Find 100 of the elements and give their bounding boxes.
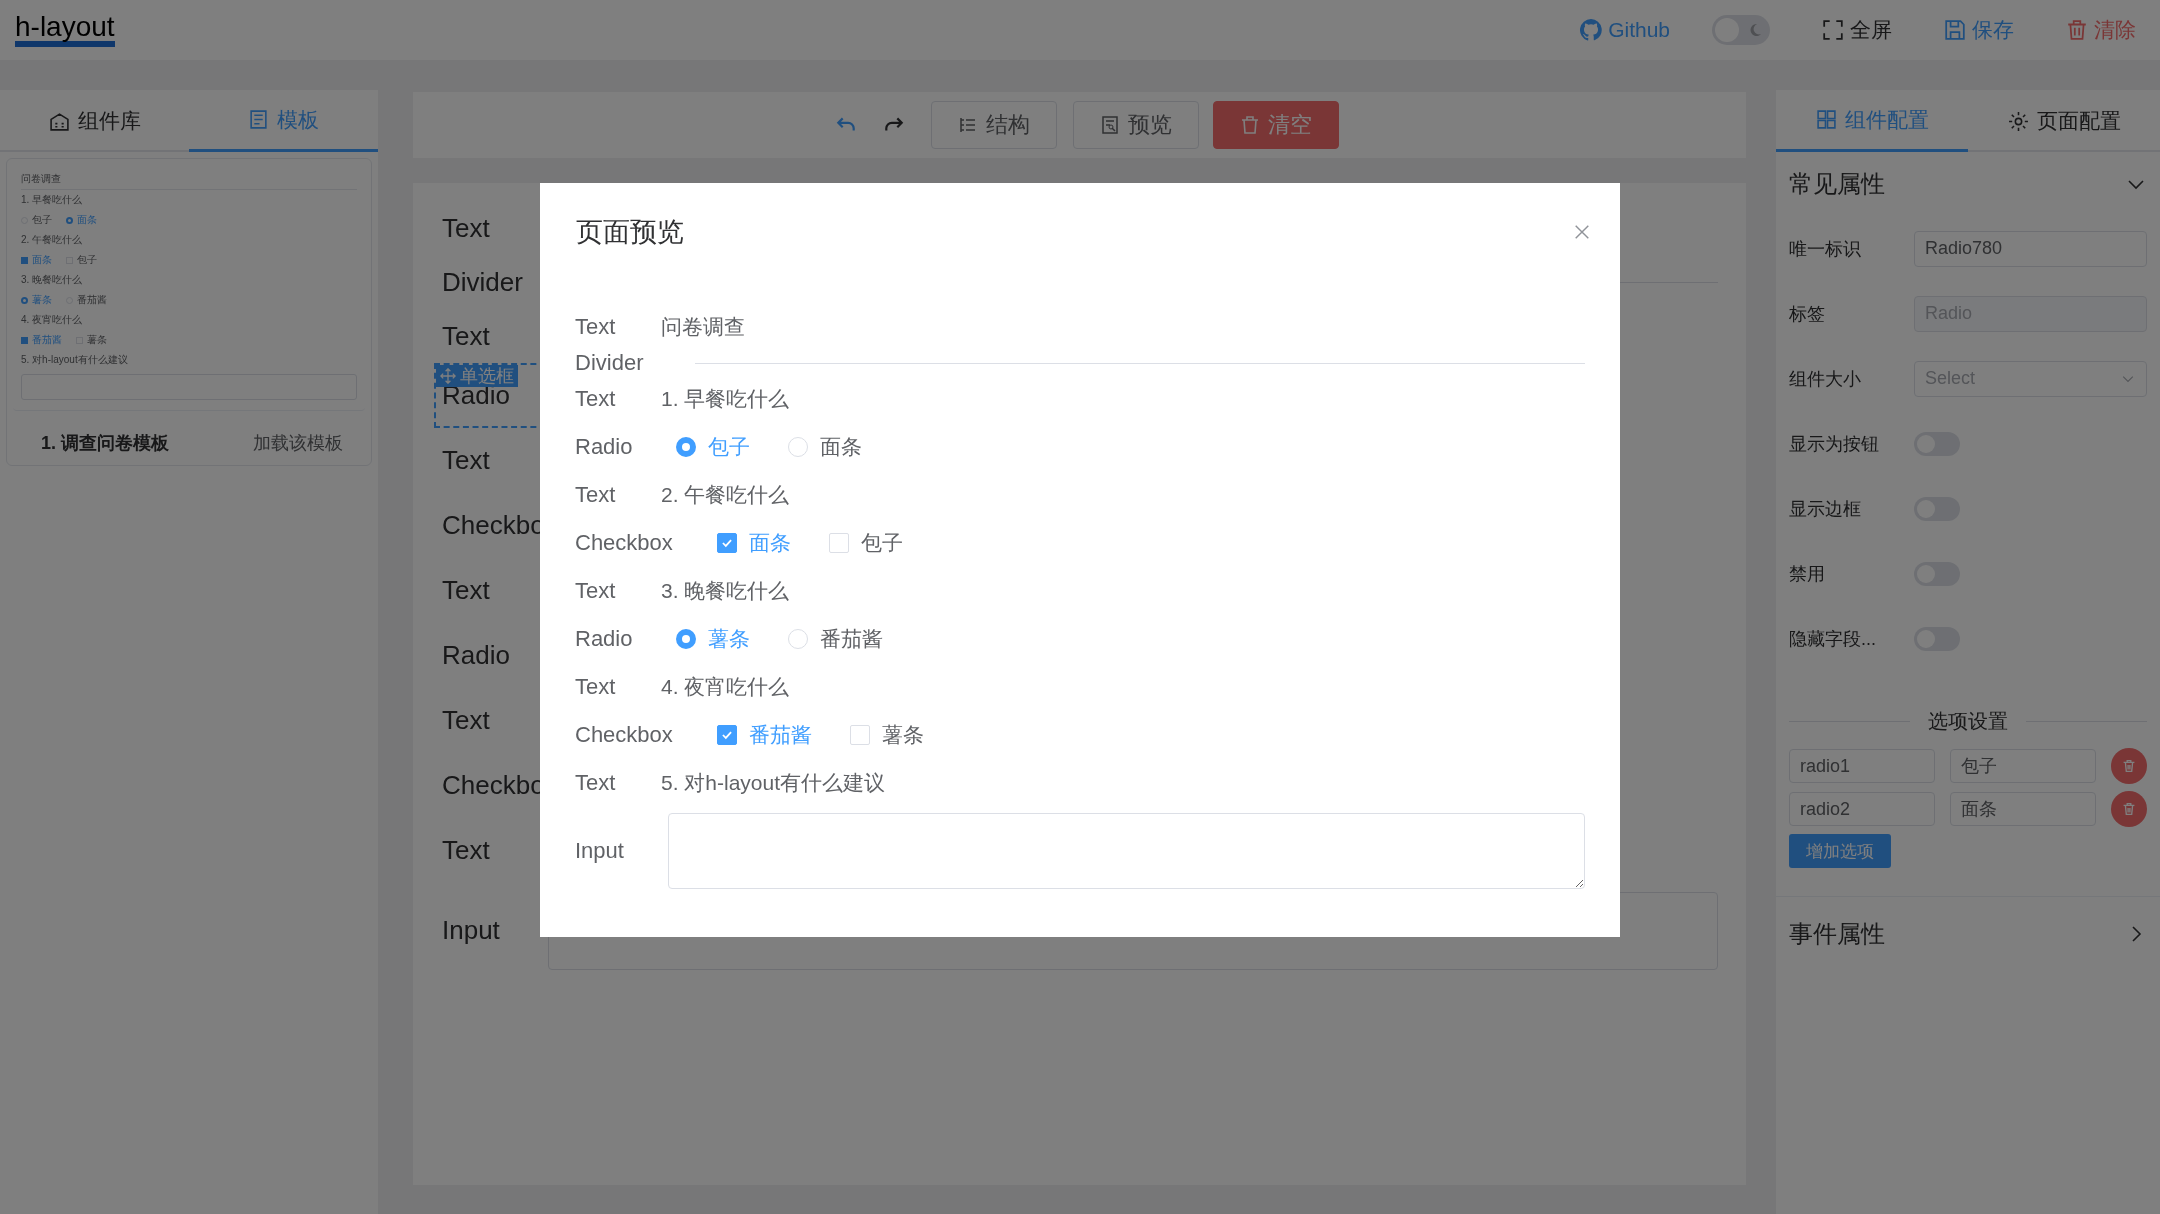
form-label: Checkbox bbox=[575, 722, 673, 748]
option-value-field[interactable]: radio1 bbox=[1789, 749, 1935, 783]
github-icon bbox=[1580, 19, 1603, 41]
preview-option: 薯条 bbox=[21, 293, 52, 307]
grid-icon bbox=[1815, 109, 1837, 130]
form-label: Text bbox=[575, 482, 617, 508]
field-label: 禁用 bbox=[1789, 562, 1826, 586]
settings-icon bbox=[2007, 110, 2029, 132]
dialog-title: 页面预览 bbox=[576, 216, 684, 249]
panel-tab[interactable]: 页面配置 bbox=[1968, 90, 2160, 152]
app-logo: h-layout bbox=[15, 13, 115, 47]
option-label: 番茄酱 bbox=[748, 722, 812, 748]
option-label: 面条 bbox=[820, 434, 863, 460]
panel-tab[interactable]: 组件库 bbox=[0, 90, 189, 152]
clear-button[interactable]: 清空 bbox=[1212, 101, 1339, 149]
form-label: Radio bbox=[575, 626, 633, 652]
form-label: Checkbox bbox=[575, 530, 673, 556]
option-label: 薯条 bbox=[881, 722, 924, 748]
option-label: 番茄酱 bbox=[820, 626, 884, 652]
panel-tab[interactable]: 模板 bbox=[189, 90, 378, 152]
option-label: 包子 bbox=[860, 530, 903, 556]
preview-text: 3. 晚餐吃什么 bbox=[21, 273, 84, 287]
text-field[interactable]: Radio780 bbox=[1914, 230, 2147, 267]
option-label: 面条 bbox=[748, 530, 791, 556]
option-label-field[interactable]: 包子 bbox=[1950, 749, 2096, 783]
radio-button[interactable] bbox=[676, 629, 697, 649]
theme-switch[interactable] bbox=[1712, 15, 1770, 45]
component-label: Text bbox=[442, 212, 491, 244]
close-icon[interactable] bbox=[1573, 223, 1591, 241]
component-label: Text bbox=[442, 705, 491, 736]
save-link[interactable]: 保存 bbox=[1944, 16, 2014, 44]
document-search-icon bbox=[1099, 115, 1120, 135]
section-title: 选项设置 bbox=[1928, 708, 2008, 734]
load-template-link[interactable]: 加载该模板 bbox=[253, 431, 343, 455]
field-label: 组件大小 bbox=[1789, 367, 1862, 391]
component-label: Radio bbox=[442, 640, 511, 671]
building-icon bbox=[48, 110, 70, 132]
panel-tab[interactable]: 组件配置 bbox=[1776, 90, 1968, 152]
fullscreen-link[interactable]: 全屏 bbox=[1822, 16, 1892, 44]
component-label: Checkbo bbox=[442, 510, 546, 541]
section-title: 常见属性 bbox=[1789, 169, 1885, 199]
form-text: 3. 晚餐吃什么 bbox=[661, 578, 790, 604]
preview-option: 面条 bbox=[66, 213, 97, 227]
field-label: 显示边框 bbox=[1789, 497, 1862, 521]
preview-text: 2. 午餐吃什么 bbox=[21, 233, 84, 247]
template-card[interactable]: 问卷调查 1. 早餐吃什么 包子 面条 2. 午餐吃什么 面条 包子 3. 晚餐吃什么 薯条 番茄酱 4. 夜宵吃什么 番茄酱 薯条 5. 对h-layout有什么建议 1. 调查问卷模板 加载该模板 bbox=[6, 158, 372, 466]
form-label: Radio bbox=[575, 434, 633, 460]
component-label: Text bbox=[442, 320, 491, 352]
option-value-field[interactable]: radio2 bbox=[1789, 792, 1935, 826]
preview-text: 问卷调查 bbox=[21, 172, 62, 186]
component-label: Text bbox=[442, 835, 491, 866]
delete-button[interactable] bbox=[2111, 748, 2147, 784]
structure-button[interactable]: 结构 bbox=[930, 101, 1057, 149]
component-label: Input bbox=[442, 915, 501, 946]
preview-option: 包子 bbox=[66, 253, 97, 267]
component-label: Text bbox=[442, 575, 491, 606]
radio-button[interactable] bbox=[676, 437, 697, 457]
preview-text: 1. 早餐吃什么 bbox=[21, 193, 84, 207]
textarea-field[interactable] bbox=[667, 813, 1585, 889]
checkbox[interactable] bbox=[716, 533, 737, 553]
option-label: 薯条 bbox=[708, 626, 751, 652]
checkbox[interactable] bbox=[716, 725, 737, 745]
fullscreen-icon bbox=[1822, 19, 1844, 41]
form-text: 4. 夜宵吃什么 bbox=[661, 674, 790, 700]
form-label: Divider bbox=[575, 350, 645, 376]
preview-text: 5. 对h-layout有什么建议 bbox=[21, 353, 129, 367]
option-label-field[interactable]: 面条 bbox=[1950, 792, 2096, 826]
form-label: Text bbox=[575, 578, 617, 604]
form-text: 2. 午餐吃什么 bbox=[661, 482, 790, 508]
trash-icon bbox=[1239, 115, 1260, 135]
field-label: 标签 bbox=[1789, 302, 1826, 326]
field-label: 隐藏字段... bbox=[1789, 627, 1877, 651]
preview-text: 4. 夜宵吃什么 bbox=[21, 313, 84, 327]
component-label: Divider bbox=[442, 266, 524, 298]
document-icon bbox=[248, 109, 269, 130]
github-link[interactable]: Github bbox=[1580, 18, 1670, 42]
field-label: 唯一标识 bbox=[1789, 237, 1862, 261]
save-icon bbox=[1944, 19, 1966, 41]
preview-option: 番茄酱 bbox=[21, 333, 62, 347]
form-label: Text bbox=[575, 674, 617, 700]
form-text: 5. 对h-layout有什么建议 bbox=[661, 770, 886, 796]
section-title: 事件属性 bbox=[1789, 919, 1885, 949]
preview-option: 面条 bbox=[21, 253, 52, 267]
form-label: Input bbox=[575, 838, 624, 864]
preview-option: 薯条 bbox=[76, 333, 107, 347]
move-icon bbox=[440, 368, 456, 384]
preview-button[interactable]: 预览 bbox=[1072, 101, 1199, 149]
trash-icon bbox=[2066, 19, 2088, 41]
form-label: Text bbox=[575, 314, 617, 340]
preview-option: 包子 bbox=[21, 213, 52, 227]
delete-button[interactable] bbox=[2111, 791, 2147, 827]
option-label: 包子 bbox=[708, 434, 751, 460]
field-label: 显示为按钮 bbox=[1789, 432, 1880, 456]
component-label: Text bbox=[442, 445, 491, 476]
add-option-button[interactable]: 增加选项 bbox=[1789, 834, 1891, 868]
form-text: 1. 早餐吃什么 bbox=[661, 386, 790, 412]
template-name: 1. 调查问卷模板 bbox=[41, 432, 169, 455]
clear-link[interactable]: 清除 bbox=[2066, 16, 2136, 44]
form-label: Text bbox=[575, 386, 617, 412]
component-label: Checkbo bbox=[442, 770, 546, 801]
